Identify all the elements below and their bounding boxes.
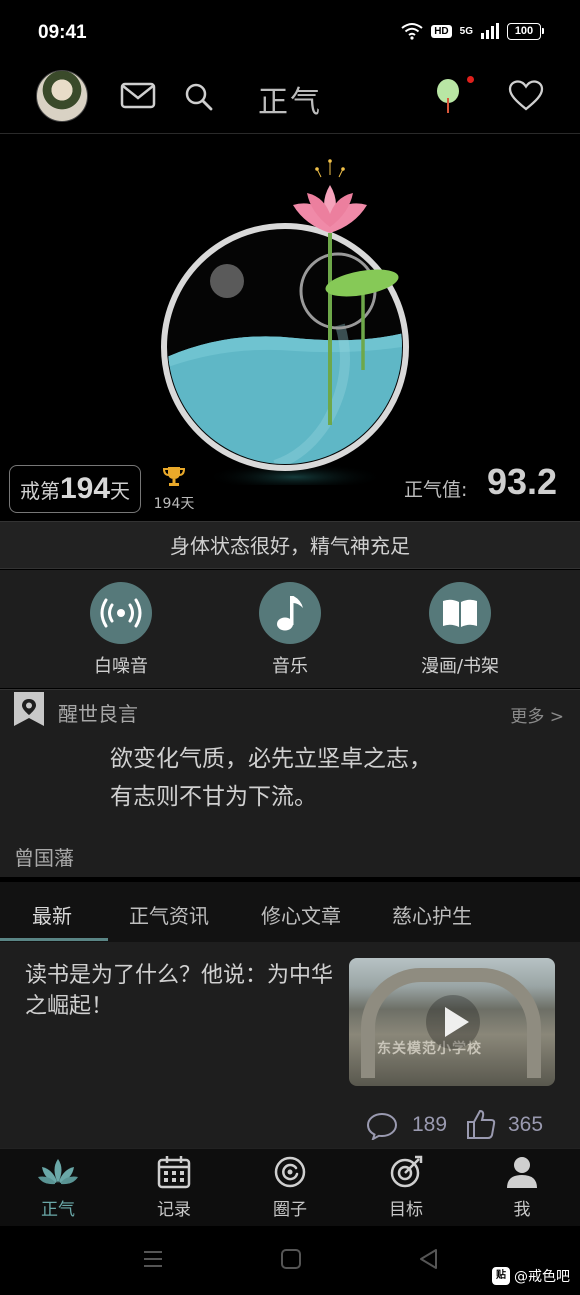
body-status-message: 身体状态很好，精气神充足 <box>0 521 580 569</box>
nav-label: 目标 <box>389 1200 423 1220</box>
tab-news[interactable]: 正气资讯 <box>129 900 209 929</box>
quote-text: 欲变化气质，必先立坚卓之志， 有志则不甘为下流。 <box>110 740 550 816</box>
home-icon[interactable] <box>280 1248 302 1270</box>
trophy-icon <box>162 467 186 486</box>
quote-author: 曾国藩 <box>14 846 74 870</box>
mail-icon[interactable] <box>120 82 156 110</box>
day-count: 194 <box>59 472 111 505</box>
tool-shortcuts: 白噪音 音乐 漫画/书架 <box>0 570 580 688</box>
trophy-days: 194天 <box>153 496 195 512</box>
network-label: 5G <box>459 25 473 37</box>
avatar[interactable] <box>36 70 88 122</box>
nav-label: 圈子 <box>273 1200 307 1220</box>
open-book-icon <box>443 599 477 627</box>
comics-bookshelf-button[interactable]: 漫画/书架 <box>400 582 520 678</box>
nav-label: 我 <box>513 1200 531 1220</box>
page-title: 正气 <box>258 85 322 120</box>
recent-apps-icon[interactable] <box>142 1248 164 1270</box>
tab-articles[interactable]: 修心文章 <box>261 900 341 929</box>
thumbs-up-icon[interactable] <box>466 1108 496 1140</box>
tool-label: 漫画/书架 <box>420 656 500 677</box>
circle-icon <box>274 1156 306 1188</box>
calendar-icon <box>157 1156 191 1189</box>
quote-more-link[interactable]: 更多 > <box>510 702 564 727</box>
qi-value-label: 正气值: <box>404 479 468 501</box>
comment-icon[interactable] <box>366 1112 398 1140</box>
watermark: 贴 @戒色吧 <box>492 1266 570 1286</box>
tool-label: 音乐 <box>272 656 308 677</box>
quote-heading: 醒世良言 <box>58 702 138 726</box>
top-bar: 正气 <box>0 62 580 134</box>
quote-line: 欲变化气质，必先立坚卓之志， <box>110 746 432 772</box>
watermark-badge: 贴 <box>492 1267 510 1285</box>
nav-item-circle[interactable]: 圈子 <box>250 1155 330 1220</box>
broadcast-icon <box>100 598 142 628</box>
status-icons: HD 5G 100 <box>401 22 544 40</box>
battery-icon: 100 <box>507 22 544 40</box>
quote-line: 有志则不甘为下流。 <box>110 784 317 810</box>
status-time: 09:41 <box>38 22 87 43</box>
video-thumbnail[interactable]: 东关模范小学校 <box>349 958 555 1086</box>
lotus-icon <box>38 1159 78 1185</box>
day-suffix: 天 <box>110 479 131 503</box>
tab-latest[interactable]: 最新 <box>32 900 72 929</box>
article-title[interactable]: 读书是为了什么？他说：为中华之崛起！ <box>25 960 340 1022</box>
system-navigation-bar: 贴 @戒色吧 <box>0 1226 580 1295</box>
hero-section: 戒第 194 天 194天 正气值: 93.2 <box>0 135 580 520</box>
status-bar: 09:41 HD 5G 100 <box>0 0 580 62</box>
white-noise-button[interactable]: 白噪音 <box>61 582 181 678</box>
like-count: 365 <box>508 1113 544 1136</box>
play-icon[interactable] <box>425 994 481 1050</box>
quote-card[interactable]: 醒世良言 更多 > 欲变化气质，必先立坚卓之志， 有志则不甘为下流。 曾国藩 <box>0 689 580 877</box>
heart-icon[interactable] <box>508 80 544 112</box>
nav-item-goals[interactable]: 目标 <box>366 1155 446 1220</box>
lotus-bowl-illustration[interactable] <box>155 155 425 485</box>
battery-level: 100 <box>507 22 541 40</box>
signal-icon <box>481 23 499 39</box>
nav-label: 正气 <box>41 1200 75 1220</box>
hd-badge: HD <box>431 24 452 38</box>
back-icon[interactable] <box>418 1248 440 1270</box>
tree-icon[interactable] <box>436 78 460 114</box>
wifi-icon <box>401 23 423 40</box>
music-note-icon <box>277 596 303 631</box>
content-tabs: 最新 正气资讯 修心文章 慈心护生 <box>0 882 580 942</box>
target-icon <box>390 1155 423 1188</box>
bottom-nav: 正气 记录 圈子 目标 我 <box>0 1148 580 1226</box>
nav-item-records[interactable]: 记录 <box>134 1155 214 1220</box>
trophy-record[interactable]: 194天 <box>152 465 196 513</box>
notification-dot <box>467 76 474 83</box>
nav-item-me[interactable]: 我 <box>482 1155 562 1220</box>
tool-label: 白噪音 <box>94 656 148 677</box>
music-button[interactable]: 音乐 <box>230 582 350 678</box>
nav-label: 记录 <box>157 1200 191 1220</box>
article-card[interactable]: 读书是为了什么？他说：为中华之崛起！ 东关模范小学校 189 365 <box>0 942 580 1148</box>
search-icon[interactable] <box>184 82 214 112</box>
qi-value: 93.2 <box>487 461 558 502</box>
comment-count: 189 <box>412 1113 448 1136</box>
tab-animal-care[interactable]: 慈心护生 <box>392 900 472 929</box>
bookmark-ribbon-icon <box>14 692 44 726</box>
person-icon <box>507 1157 537 1188</box>
nav-item-zhengqi[interactable]: 正气 <box>18 1155 98 1220</box>
abstinence-day-counter[interactable]: 戒第 194 天 <box>9 465 141 513</box>
day-prefix: 戒第 <box>19 479 60 503</box>
active-tab-indicator <box>0 938 108 941</box>
watermark-text: @戒色吧 <box>514 1269 570 1285</box>
